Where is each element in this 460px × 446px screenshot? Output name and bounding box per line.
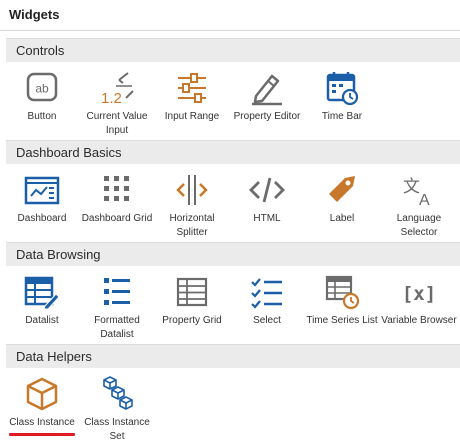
language-selector-icon: 文 A xyxy=(400,172,438,208)
input-range-icon xyxy=(173,70,211,106)
dashboard-grid-icon xyxy=(98,172,136,208)
widget-html[interactable]: HTML xyxy=(229,168,305,252)
section-title: Dashboard Basics xyxy=(16,145,122,160)
widget-label: Dashboard xyxy=(17,213,67,224)
widget-label: Property Editor xyxy=(233,111,301,122)
button-icon: ab xyxy=(23,70,61,106)
widget-current-value-input[interactable]: 1.2 Current Value Input xyxy=(79,66,155,150)
widget-label: Language Selector xyxy=(396,213,442,238)
svg-text:A: A xyxy=(419,192,430,208)
widget-time-bar[interactable]: Time Bar xyxy=(304,66,380,150)
widget-datalist[interactable]: Datalist xyxy=(4,270,80,354)
widget-label: Formatted Datalist xyxy=(94,315,140,340)
html-icon xyxy=(248,172,286,208)
widget-formatted-datalist[interactable]: Formatted Datalist xyxy=(79,270,155,354)
widget-label: Horizontal Splitter xyxy=(169,213,215,238)
widget-dashboard-grid[interactable]: Dashboard Grid xyxy=(79,168,155,252)
widget-label: Class Instance xyxy=(9,417,75,428)
select-icon xyxy=(248,274,286,310)
widget-label: Current Value Input xyxy=(86,111,148,136)
section-title: Controls xyxy=(16,43,65,58)
widget-label: HTML xyxy=(253,213,281,224)
widget-label: Class Instance Set xyxy=(84,417,150,442)
widget-label: Datalist xyxy=(25,315,59,326)
dashboard-icon xyxy=(23,172,61,208)
widget-horizontal-splitter[interactable]: Horizontal Splitter xyxy=(154,168,230,252)
widget-language-selector[interactable]: 文 A Language Selector xyxy=(381,168,457,252)
widget-dashboard[interactable]: Dashboard xyxy=(4,168,80,252)
section-header-dashboard-basics[interactable]: Dashboard Basics xyxy=(6,140,460,164)
current-value-input-icon: 1.2 xyxy=(98,70,136,106)
widget-select[interactable]: Select xyxy=(229,270,305,354)
widget-label: Label xyxy=(329,213,355,224)
section-header-data-helpers[interactable]: Data Helpers xyxy=(6,344,460,368)
svg-text:文: 文 xyxy=(403,177,420,197)
widget-label: Variable Browser xyxy=(381,315,457,326)
widget-class-instance-set[interactable]: Class Instance Set xyxy=(79,372,155,446)
svg-text:ab: ab xyxy=(35,82,49,96)
widget-label: Time Bar xyxy=(321,111,363,122)
time-series-list-icon xyxy=(323,274,361,310)
widget-label[interactable]: Label xyxy=(304,168,380,252)
widget-label: Input Range xyxy=(164,111,220,122)
class-instance-set-icon xyxy=(98,376,136,412)
property-editor-icon xyxy=(248,70,286,106)
property-grid-icon xyxy=(173,274,211,310)
widget-variable-browser[interactable]: [x] Variable Browser xyxy=(381,270,457,354)
time-bar-icon xyxy=(323,70,361,106)
widget-property-grid[interactable]: Property Grid xyxy=(154,270,230,354)
class-instance-icon xyxy=(23,376,61,412)
panel-title: Widgets xyxy=(9,7,60,22)
svg-text:1.2: 1.2 xyxy=(101,90,122,106)
selected-underline xyxy=(9,433,75,436)
formatted-datalist-icon xyxy=(98,274,136,310)
widget-label: Button xyxy=(27,111,57,122)
datalist-icon xyxy=(23,274,61,310)
widget-property-editor[interactable]: Property Editor xyxy=(229,66,305,150)
label-tag-icon xyxy=(323,172,361,208)
section-title: Data Helpers xyxy=(16,349,92,364)
panel-header: Widgets xyxy=(0,0,460,31)
svg-text:[x]: [x] xyxy=(402,283,436,305)
widget-label: Time Series List xyxy=(306,315,378,326)
variable-browser-icon: [x] xyxy=(400,274,438,310)
widget-input-range[interactable]: Input Range xyxy=(154,66,230,150)
section-header-controls[interactable]: Controls xyxy=(6,38,460,62)
widget-time-series-list[interactable]: Time Series List xyxy=(304,270,380,354)
horizontal-splitter-icon xyxy=(173,172,211,208)
section-title: Data Browsing xyxy=(16,247,101,262)
widget-label: Select xyxy=(253,315,281,326)
widgets-list[interactable]: Controls ab Button 1.2 Current Value Input… xyxy=(0,32,460,446)
widget-label: Dashboard Grid xyxy=(81,213,153,224)
widget-button[interactable]: ab Button xyxy=(4,66,80,150)
widget-label: Property Grid xyxy=(162,315,222,326)
section-header-data-browsing[interactable]: Data Browsing xyxy=(6,242,460,266)
